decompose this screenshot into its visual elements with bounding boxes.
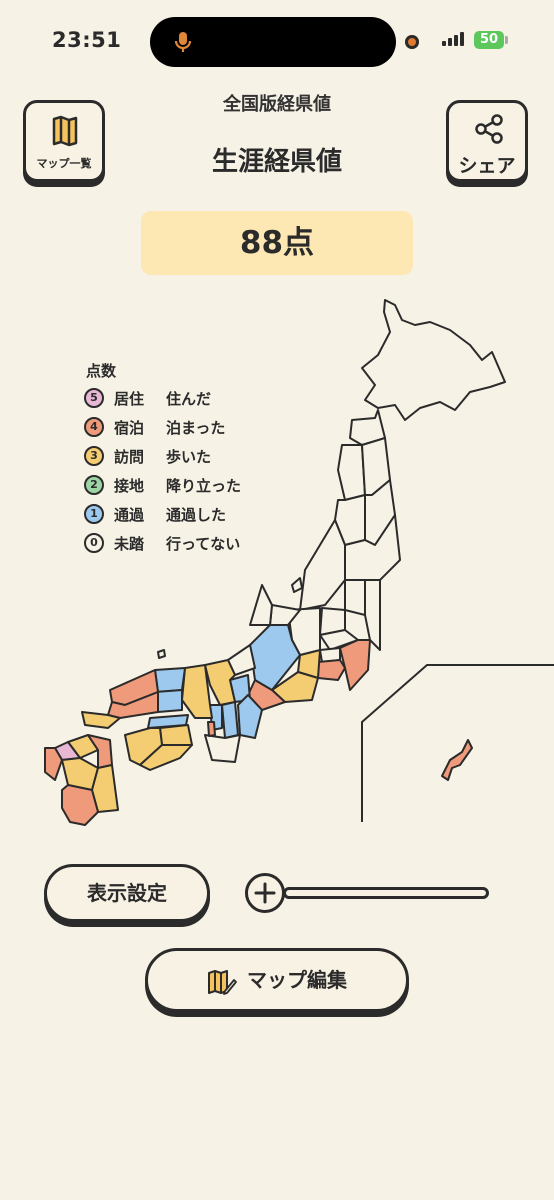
map-list-label: マップ一覧 (36, 157, 92, 170)
prefecture-kagoshima (61, 784, 99, 826)
prefecture-tochigi (344, 579, 366, 616)
display-settings-button[interactable]: 表示設定 (44, 864, 210, 922)
map-edit-label: マップ編集 (247, 968, 347, 992)
legend-badge: 2 (84, 475, 104, 495)
legend-kind: 居住 (114, 389, 145, 408)
score-badge: 88点 (141, 211, 413, 275)
legend-badge: 1 (84, 504, 104, 524)
prefecture-wakayama (204, 734, 241, 763)
legend-kind: 未踏 (114, 534, 145, 553)
prefecture-awaji (207, 721, 216, 737)
legend-item: 0 未踏 行ってない (84, 531, 240, 555)
legend-badge: 3 (84, 446, 104, 466)
legend-item: 3 訪問 歩いた (84, 444, 211, 468)
legend-desc: 行ってない (166, 534, 241, 553)
prefecture-chiba (339, 639, 371, 691)
legend-title: 点数 (86, 362, 117, 380)
plus-icon (254, 882, 276, 904)
legend-kind: 通過 (114, 505, 145, 524)
recording-indicator-icon (405, 35, 419, 49)
battery-tip (505, 36, 508, 44)
zoom-slider-knob[interactable] (245, 873, 285, 913)
island-oki (157, 649, 166, 659)
share-button[interactable]: シェア (446, 100, 528, 182)
legend-desc: 泊まった (166, 418, 226, 437)
map-edit-icon (208, 969, 237, 995)
folded-map-icon (52, 115, 78, 147)
map-list-button[interactable]: マップ一覧 (23, 100, 105, 182)
legend-badge: 4 (84, 417, 104, 437)
prefecture-nara (221, 701, 239, 739)
zoom-slider-track[interactable] (283, 887, 489, 899)
prefecture-tottori (154, 667, 186, 693)
okinawa-inset-border (361, 664, 554, 822)
legend-desc: 住んだ (166, 389, 212, 408)
legend-item: 2 接地 降り立った (84, 473, 241, 497)
microphone-icon (174, 32, 192, 52)
battery-icon: 50 (474, 31, 504, 49)
signal-icon (442, 32, 464, 46)
share-icon (475, 114, 503, 144)
prefecture-hokkaido (361, 299, 506, 421)
legend-kind: 訪問 (114, 447, 145, 466)
prefecture-okayama (154, 689, 183, 713)
prefecture-akita (337, 444, 366, 501)
legend-desc: 通過した (166, 505, 227, 524)
legend-item: 5 居住 住んだ (84, 386, 211, 410)
legend-badge: 5 (84, 388, 104, 408)
prefecture-niigata (299, 519, 346, 611)
japan-map[interactable] (0, 290, 554, 840)
legend-item: 1 通過 通過した (84, 502, 226, 526)
legend-desc: 歩いた (166, 447, 212, 466)
legend-kind: 宿泊 (114, 418, 145, 437)
legend-item: 4 宿泊 泊まった (84, 415, 225, 439)
prefecture-tokushima (159, 724, 193, 746)
map-edit-button[interactable]: マップ編集 (145, 948, 409, 1012)
island-sado (291, 577, 303, 593)
prefecture-kanagawa (317, 659, 346, 681)
legend-kind: 接地 (114, 476, 145, 495)
share-label: シェア (458, 155, 516, 177)
status-time: 23:51 (52, 28, 122, 52)
prefecture-okinawa (441, 739, 473, 781)
legend-badge: 0 (84, 533, 104, 553)
legend-desc: 降り立った (166, 476, 242, 495)
prefecture-ishikawa (249, 584, 273, 626)
dynamic-island (150, 17, 396, 67)
